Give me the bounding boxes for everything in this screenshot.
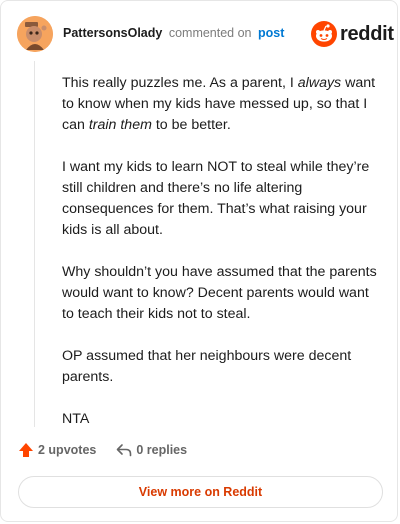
comment-paragraph-4: OP assumed that her neighbours were dece…	[62, 348, 352, 385]
commented-on-label: commented on	[168, 26, 252, 40]
comment-paragraph-1: This really puzzles me. As a parent, I a…	[62, 75, 376, 133]
upvote-count: 2 upvotes	[38, 443, 97, 457]
upvote-button[interactable]: 2 upvotes	[18, 442, 96, 458]
upvote-arrow-icon	[19, 443, 33, 457]
reply-count: 0 replies	[136, 443, 188, 457]
avatar[interactable]	[17, 16, 53, 52]
comment-paragraph-2: I want my kids to learn NOT to steal whi…	[62, 159, 370, 238]
comment-paragraph-3: Why shouldn’t you have assumed that the …	[62, 264, 377, 322]
thread-line[interactable]	[34, 61, 35, 427]
reddit-logo-icon	[311, 21, 337, 47]
reply-icon	[117, 444, 132, 457]
replies-button[interactable]: 0 replies	[116, 443, 187, 457]
comment-paragraph-5: NTA	[62, 411, 90, 427]
reddit-wordmark: reddit	[340, 22, 394, 45]
comment-header: PattersonsOlady commented on post	[63, 26, 284, 40]
avatar-snoo-icon	[17, 16, 53, 52]
view-more-button[interactable]: View more on Reddit	[18, 476, 383, 508]
reddit-logo[interactable]: reddit	[311, 21, 394, 47]
comment-body: This really puzzles me. As a parent, I a…	[62, 73, 382, 451]
comment-card: PattersonsOlady commented on post reddit…	[0, 0, 398, 522]
post-link[interactable]: post	[258, 26, 284, 40]
username-link[interactable]: PattersonsOlady	[63, 26, 162, 40]
comment-footer: 2 upvotes 0 replies	[18, 442, 187, 458]
